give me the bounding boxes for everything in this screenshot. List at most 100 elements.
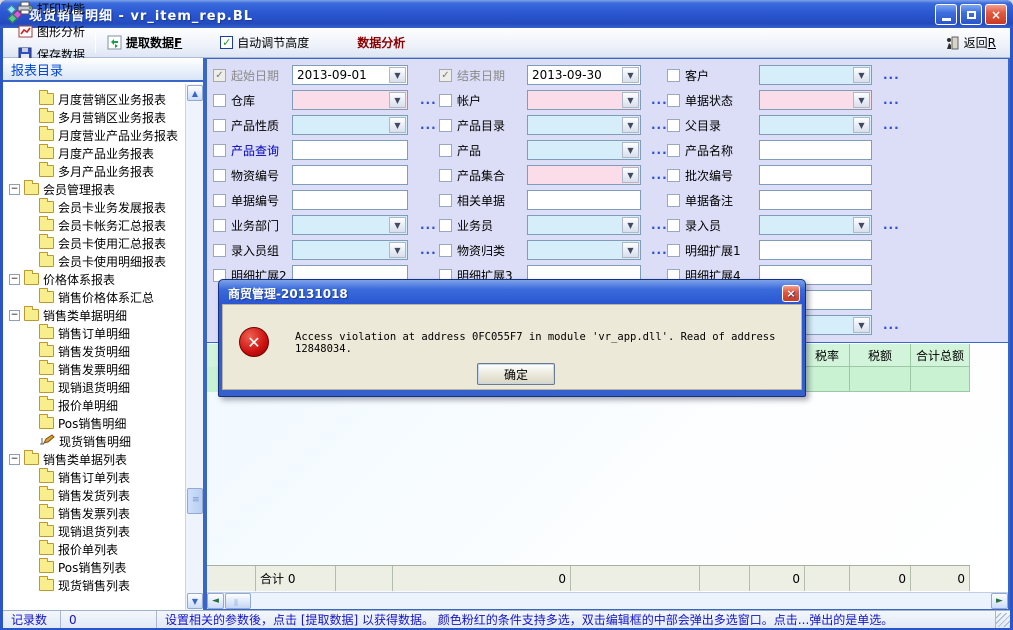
dialog-close-icon[interactable]: × [782,285,800,302]
tree-item[interactable]: Pos销售明细 [39,414,126,432]
tree-item[interactable]: 月度营销区业务报表 [39,90,166,108]
tree-item[interactable]: 销售发票列表 [39,504,130,522]
combo-box[interactable]: ▼ [759,215,872,235]
field-checkbox[interactable] [213,119,226,132]
tree-item[interactable]: 会员卡业务发展报表 [39,198,166,216]
field-checkbox[interactable] [213,94,226,107]
combo-box[interactable]: ▼ [759,115,872,135]
back-button[interactable]: 返回R [938,31,1002,54]
resize-grip[interactable] [996,613,1010,627]
grid-hscrollbar[interactable]: ◄ ► [207,592,1008,609]
more-options-link[interactable]: ... [883,93,900,107]
field-checkbox[interactable] [439,219,452,232]
tree-item[interactable]: 销售价格体系汇总 [39,288,154,306]
ok-button[interactable]: 确定 [477,363,555,385]
more-options-link[interactable]: ... [651,168,668,182]
field-checkbox[interactable] [667,194,680,207]
dropdown-icon[interactable]: ▼ [389,217,406,233]
text-input[interactable] [759,240,872,260]
tree-item[interactable]: 多月产品业务报表 [39,162,154,180]
more-options-link[interactable]: ... [420,118,437,132]
tree-item[interactable]: 报价单列表 [39,540,118,558]
dropdown-icon[interactable]: ▼ [622,67,639,83]
text-input[interactable] [759,190,872,210]
scroll-down-icon[interactable]: ▼ [187,593,203,609]
combo-box[interactable]: ▼ [292,240,408,260]
dropdown-icon[interactable]: ▼ [622,167,639,183]
dropdown-icon[interactable]: ▼ [389,92,406,108]
dropdown-icon[interactable]: ▼ [389,67,406,83]
text-input[interactable] [292,140,408,160]
tree-item[interactable]: 现销退货列表 [39,522,130,540]
chart-analysis-button[interactable]: 图形分析 [11,20,91,43]
field-checkbox[interactable] [213,144,226,157]
combo-box[interactable]: ▼ [527,140,641,160]
combo-box[interactable]: ▼ [527,215,641,235]
collapse-icon[interactable]: − [9,274,20,285]
more-options-link[interactable]: ... [420,218,437,232]
close-button[interactable]: × [985,4,1007,25]
minimize-button[interactable] [935,4,957,25]
field-checkbox[interactable] [213,219,226,232]
hscroll-thumb[interactable] [225,593,251,609]
tree-item[interactable]: 销售订单列表 [39,468,130,486]
combo-box[interactable]: ▼ [292,115,408,135]
tree-item[interactable]: −销售类单据列表 [9,450,127,468]
tree-item[interactable]: 会员卡使用明细报表 [39,252,166,270]
tree-item[interactable]: 销售发票明细 [39,360,130,378]
field-checkbox[interactable] [439,119,452,132]
field-checkbox[interactable] [439,169,452,182]
tree-item[interactable]: 会员卡使用汇总报表 [39,234,166,252]
scroll-up-icon[interactable]: ▲ [187,85,203,101]
tree-item[interactable]: −会员管理报表 [9,180,115,198]
field-checkbox[interactable] [667,244,680,257]
more-options-link[interactable]: ... [651,93,668,107]
tree-item[interactable]: 月度营业产品业务报表 [39,126,178,144]
tree-item[interactable]: 月度产品业务报表 [39,144,154,162]
combo-box[interactable]: ▼ [527,90,641,110]
auto-height-checkbox[interactable]: ✓ 自动调节高度 [214,31,315,54]
tree-item[interactable]: 现货销售列表 [39,576,130,594]
tree-item[interactable]: 会员卡帐务汇总报表 [39,216,166,234]
tree-item[interactable]: 现销退货明细 [39,378,130,396]
more-options-link[interactable]: ... [883,68,900,82]
text-input[interactable] [527,190,641,210]
dropdown-icon[interactable]: ▼ [853,317,870,333]
field-checkbox[interactable] [667,144,680,157]
tree-item[interactable]: 报价单明细 [39,396,118,414]
combo-box[interactable]: ▼ [292,215,408,235]
combo-box[interactable]: ▼ [527,240,641,260]
hscroll-right-icon[interactable]: ► [991,593,1008,609]
more-options-link[interactable]: ... [883,118,900,132]
field-checkbox[interactable] [667,69,680,82]
tree-item[interactable]: 销售订单明细 [39,324,130,342]
more-options-link[interactable]: ... [651,118,668,132]
field-checkbox[interactable]: ✓ [213,69,226,82]
combo-box[interactable]: ▼ [292,90,408,110]
tree-item[interactable]: −价格体系报表 [9,270,115,288]
extract-data-button[interactable]: 提取数据F [100,31,188,54]
field-checkbox[interactable] [667,119,680,132]
collapse-icon[interactable]: − [9,184,20,195]
more-options-link[interactable]: ... [883,218,900,232]
dropdown-icon[interactable]: ▼ [622,217,639,233]
scroll-thumb[interactable] [187,488,203,514]
print-button[interactable]: 打印功能 [11,0,91,20]
field-checkbox[interactable] [439,194,452,207]
dropdown-icon[interactable]: ▼ [389,242,406,258]
tree-item[interactable]: Pos销售列表 [39,558,126,576]
more-options-link[interactable]: ... [651,143,668,157]
dropdown-icon[interactable]: ▼ [853,117,870,133]
dropdown-icon[interactable]: ▼ [622,117,639,133]
field-checkbox[interactable]: ✓ [439,69,452,82]
collapse-icon[interactable]: − [9,310,20,321]
data-analysis-button[interactable]: 数据分析 [351,31,411,54]
dropdown-icon[interactable]: ▼ [622,242,639,258]
more-options-link[interactable]: ... [651,243,668,257]
text-input[interactable] [292,165,408,185]
field-checkbox[interactable] [213,244,226,257]
dropdown-icon[interactable]: ▼ [853,67,870,83]
dropdown-icon[interactable]: ▼ [622,92,639,108]
more-options-link[interactable]: ... [651,218,668,232]
tree-item[interactable]: 多月营销区业务报表 [39,108,166,126]
